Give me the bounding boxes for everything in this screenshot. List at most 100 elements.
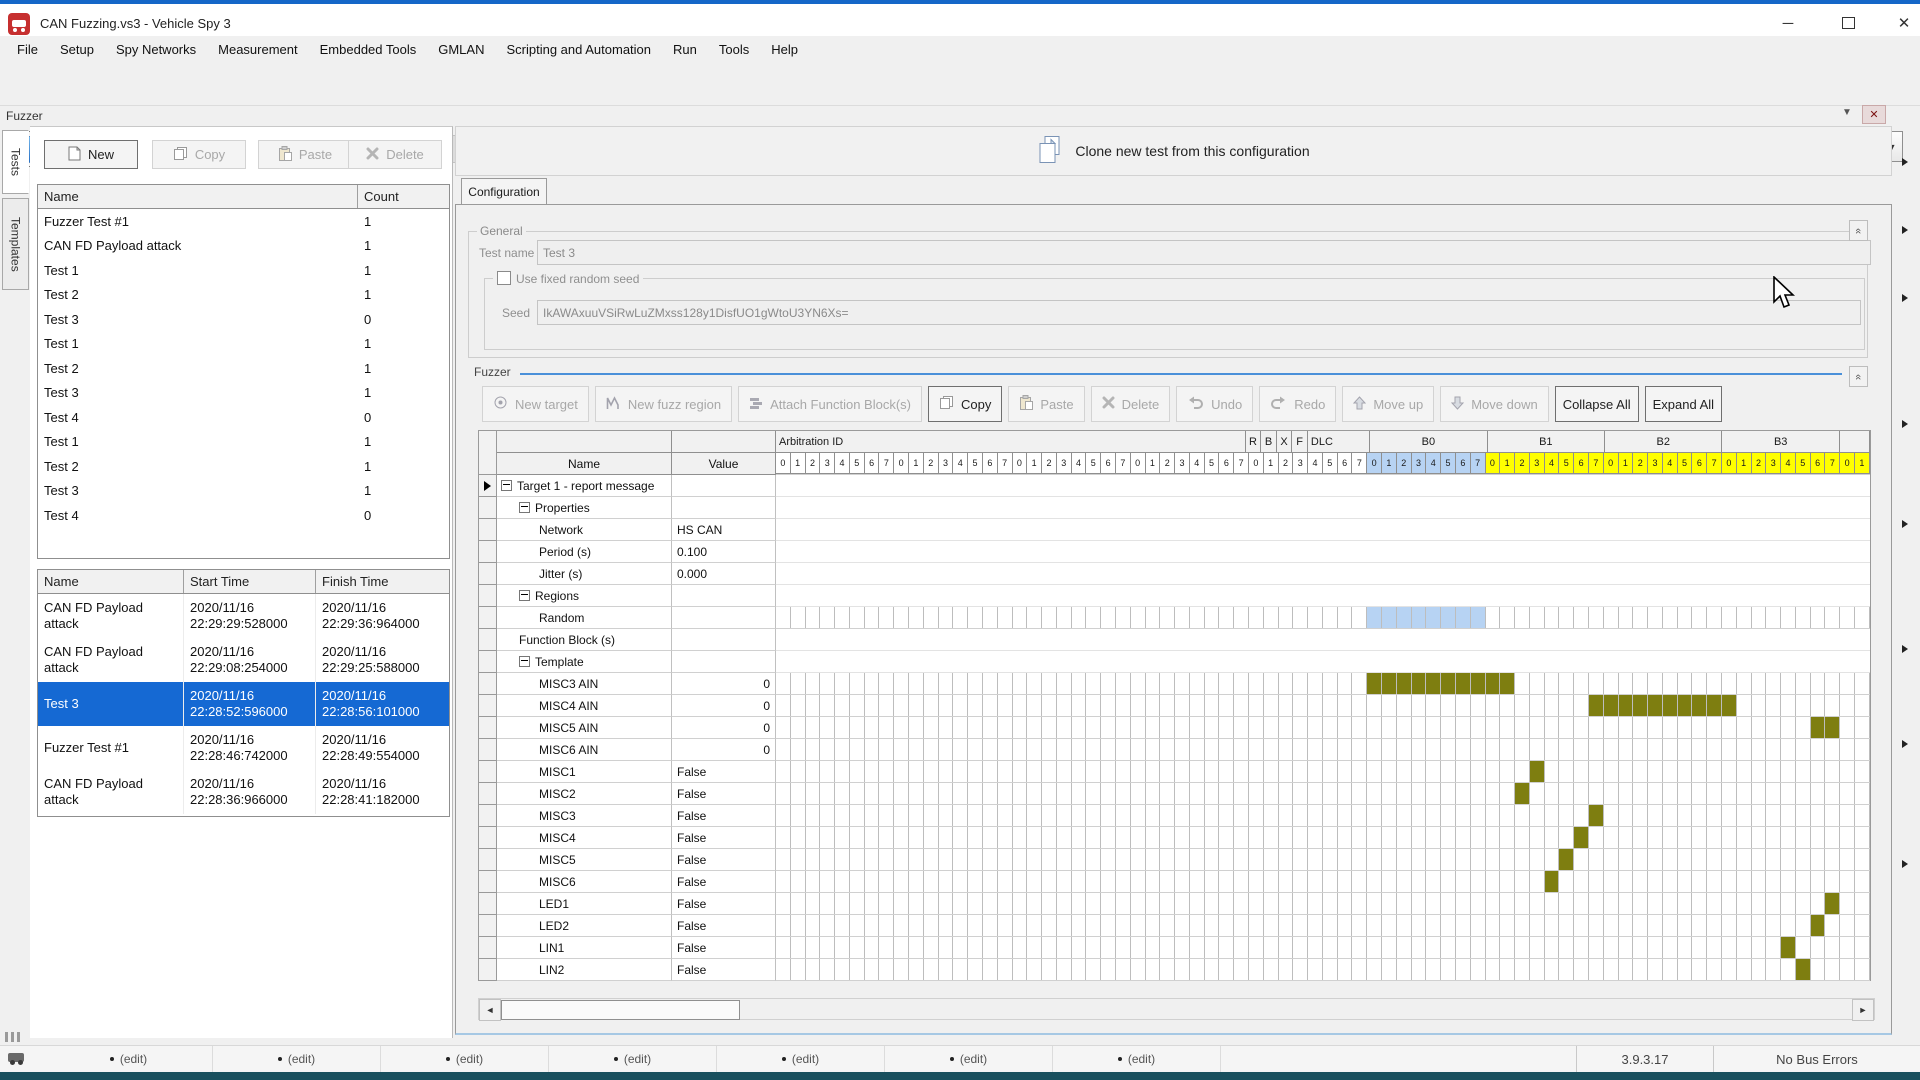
bit-cell[interactable] xyxy=(1604,673,1619,694)
bit-cell[interactable] xyxy=(1249,959,1264,980)
table-row[interactable]: Test 31 xyxy=(38,381,449,406)
bit-cell[interactable] xyxy=(1072,849,1087,870)
bit-cell[interactable] xyxy=(1855,893,1870,914)
bit-cell[interactable] xyxy=(1219,673,1234,694)
bit-cell[interactable] xyxy=(1175,607,1190,628)
bit-cell[interactable] xyxy=(820,717,835,738)
bit-cell[interactable] xyxy=(1500,695,1515,716)
bit-cell[interactable] xyxy=(983,805,998,826)
bit-cell[interactable] xyxy=(820,695,835,716)
bit-cell[interactable] xyxy=(1160,959,1175,980)
bit-cell[interactable] xyxy=(1471,827,1486,848)
bit-cell[interactable] xyxy=(1146,915,1161,936)
bit-cell[interactable] xyxy=(998,959,1013,980)
bit-cell[interactable] xyxy=(1279,739,1294,760)
maximize-button[interactable] xyxy=(1828,10,1868,36)
bit-cell[interactable] xyxy=(835,805,850,826)
bit-cell[interactable] xyxy=(1190,717,1205,738)
bit-cell[interactable] xyxy=(850,915,865,936)
bit-cell[interactable] xyxy=(806,607,821,628)
bit-cell[interactable] xyxy=(1175,805,1190,826)
bit-cell[interactable] xyxy=(1131,827,1146,848)
row-value-cell[interactable]: False xyxy=(672,893,776,915)
bit-cell[interactable] xyxy=(1619,739,1634,760)
bit-cell[interactable] xyxy=(1692,849,1707,870)
bit-cell[interactable] xyxy=(909,761,924,782)
bit-cell[interactable] xyxy=(1279,893,1294,914)
bit-cell[interactable] xyxy=(1042,783,1057,804)
bit-cell[interactable] xyxy=(953,739,968,760)
bit-cell[interactable] xyxy=(983,739,998,760)
bit-cell[interactable] xyxy=(1545,827,1560,848)
bit-cell[interactable] xyxy=(1160,915,1175,936)
bit-cell[interactable] xyxy=(1840,607,1855,628)
bit-cell[interactable] xyxy=(939,739,954,760)
bit-cell[interactable] xyxy=(1530,695,1545,716)
bit-cell[interactable] xyxy=(1116,673,1131,694)
bit-cell[interactable] xyxy=(879,827,894,848)
bit-cell[interactable] xyxy=(1441,783,1456,804)
bit-cell[interactable] xyxy=(1219,915,1234,936)
bit-cell[interactable] xyxy=(1367,673,1382,694)
row-selector-cell[interactable] xyxy=(479,563,497,585)
table-row[interactable]: Fuzzer Test #11 xyxy=(38,209,449,234)
bit-cell[interactable] xyxy=(1663,673,1678,694)
bit-cell[interactable] xyxy=(968,805,983,826)
bit-cell[interactable] xyxy=(924,871,939,892)
fixed-seed-checkbox[interactable] xyxy=(497,271,511,285)
bit-cell[interactable] xyxy=(1042,717,1057,738)
bit-cell[interactable] xyxy=(1293,717,1308,738)
bit-cell[interactable] xyxy=(939,849,954,870)
bit-cell[interactable] xyxy=(806,783,821,804)
bit-cell[interactable] xyxy=(879,937,894,958)
bit-cell[interactable] xyxy=(909,893,924,914)
bit-cell[interactable] xyxy=(909,695,924,716)
bit-cell[interactable] xyxy=(1559,695,1574,716)
bit-cell[interactable] xyxy=(998,783,1013,804)
bit-cell[interactable] xyxy=(1855,849,1870,870)
row-name-cell[interactable]: MISC5 AIN xyxy=(497,717,672,739)
bit-cell[interactable] xyxy=(1086,871,1101,892)
bit-cell[interactable] xyxy=(1131,761,1146,782)
bit-cell[interactable] xyxy=(865,849,880,870)
bit-cell[interactable] xyxy=(1589,783,1604,804)
bit-cell[interactable] xyxy=(1471,695,1486,716)
bit-cell[interactable] xyxy=(1456,871,1471,892)
bit-cell[interactable] xyxy=(1279,827,1294,848)
bit-cell[interactable] xyxy=(1545,673,1560,694)
bit-cell[interactable] xyxy=(1441,607,1456,628)
bit-cell[interactable] xyxy=(1234,783,1249,804)
bit-cell[interactable] xyxy=(1692,783,1707,804)
bit-cell[interactable] xyxy=(835,673,850,694)
bit-cell[interactable] xyxy=(1426,849,1441,870)
bit-cell[interactable] xyxy=(1545,849,1560,870)
bit-cell[interactable] xyxy=(1160,893,1175,914)
bit-cell[interactable] xyxy=(1692,959,1707,980)
bit-cell[interactable] xyxy=(953,871,968,892)
bit-cell[interactable] xyxy=(939,915,954,936)
bit-cell[interactable] xyxy=(791,761,806,782)
bit-cell[interactable] xyxy=(1811,915,1826,936)
bit-cell[interactable] xyxy=(1766,937,1781,958)
bit-cell[interactable] xyxy=(1264,805,1279,826)
bit-cell[interactable] xyxy=(1338,871,1353,892)
bit-cell[interactable] xyxy=(1796,827,1811,848)
bit-cell[interactable] xyxy=(1515,827,1530,848)
bit-cell[interactable] xyxy=(1559,607,1574,628)
row-name-cell[interactable]: Random xyxy=(497,607,672,629)
bit-cell[interactable] xyxy=(1042,915,1057,936)
bit-cell[interactable] xyxy=(1338,607,1353,628)
bit-cell[interactable] xyxy=(1072,673,1087,694)
bit-cell[interactable] xyxy=(1663,761,1678,782)
bit-cell[interactable] xyxy=(1500,827,1515,848)
bit-cell[interactable] xyxy=(1382,937,1397,958)
bit-cell[interactable] xyxy=(1249,607,1264,628)
bit-cell[interactable] xyxy=(1545,761,1560,782)
bit-cell[interactable] xyxy=(1766,959,1781,980)
bit-cell[interactable] xyxy=(1013,739,1028,760)
row-name-cell[interactable]: Regions xyxy=(497,585,672,607)
bit-cell[interactable] xyxy=(1840,673,1855,694)
bit-cell[interactable] xyxy=(1722,959,1737,980)
bit-cell[interactable] xyxy=(1352,871,1367,892)
bit-cell[interactable] xyxy=(1811,805,1826,826)
